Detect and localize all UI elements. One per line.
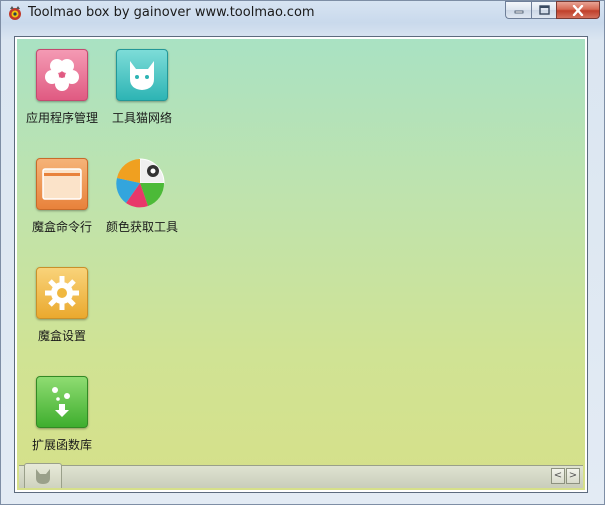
cat-head-icon	[130, 61, 154, 90]
tile-label: 颜色获取工具	[105, 220, 178, 234]
app-manager-tile-image	[36, 49, 88, 101]
maximize-icon	[538, 5, 550, 15]
tile-label: 扩展函数库	[31, 438, 92, 452]
title-bar[interactable]: Toolmao box by gainover www.toolmao.com	[1, 1, 604, 27]
scroll-left-button[interactable]: <	[551, 468, 565, 484]
bottom-tab-bar: < >	[19, 463, 583, 488]
tile-color-picker-tool[interactable]: 颜色获取工具	[97, 158, 187, 235]
maximize-button[interactable]	[531, 1, 556, 19]
app-window: Toolmao box by gainover www.toolmao.com	[0, 0, 605, 505]
download-arrow-icon	[52, 387, 70, 417]
color-picker-tile-image	[116, 158, 168, 210]
tile-toolmao-network[interactable]: 工具猫网络	[97, 49, 187, 126]
toolmao-network-tile-image	[116, 49, 168, 101]
window-title: Toolmao box by gainover www.toolmao.com	[28, 5, 315, 20]
tab-toolmao[interactable]	[24, 463, 62, 488]
caption-buttons	[505, 1, 600, 20]
desktop-area: 应用程序管理 工具猫网络 魔盒命令行 颜色获取工具 魔盒设置 扩展函数库 < >	[17, 39, 585, 490]
minimize-button[interactable]	[505, 1, 531, 19]
tile-label: 应用程序管理	[25, 111, 98, 125]
toolmao-cat-icon[interactable]	[7, 5, 23, 21]
command-line-tile-image	[36, 158, 88, 210]
color-pie-icon	[116, 158, 165, 208]
settings-tile-image	[36, 267, 88, 319]
close-icon	[572, 4, 584, 16]
console-window-icon	[42, 168, 82, 200]
tile-extension-library[interactable]: 扩展函数库	[17, 376, 107, 453]
tile-box-settings[interactable]: 魔盒设置	[17, 267, 107, 344]
cat-head-icon	[36, 469, 50, 484]
gear-icon	[45, 276, 79, 310]
tab-scroll-buttons: < >	[551, 468, 580, 484]
tile-label: 魔盒命令行	[31, 220, 92, 234]
client-frame: 应用程序管理 工具猫网络 魔盒命令行 颜色获取工具 魔盒设置 扩展函数库 < >	[14, 36, 588, 493]
tile-label: 工具猫网络	[111, 111, 172, 125]
minimize-icon	[514, 10, 523, 14]
tile-box-command-line[interactable]: 魔盒命令行	[17, 158, 107, 235]
close-button[interactable]	[556, 1, 600, 19]
tile-app-manager[interactable]: 应用程序管理	[17, 49, 107, 126]
extension-library-tile-image	[36, 376, 88, 428]
tile-label: 魔盒设置	[37, 329, 86, 343]
scroll-right-button[interactable]: >	[566, 468, 580, 484]
clover-icon	[45, 59, 79, 91]
